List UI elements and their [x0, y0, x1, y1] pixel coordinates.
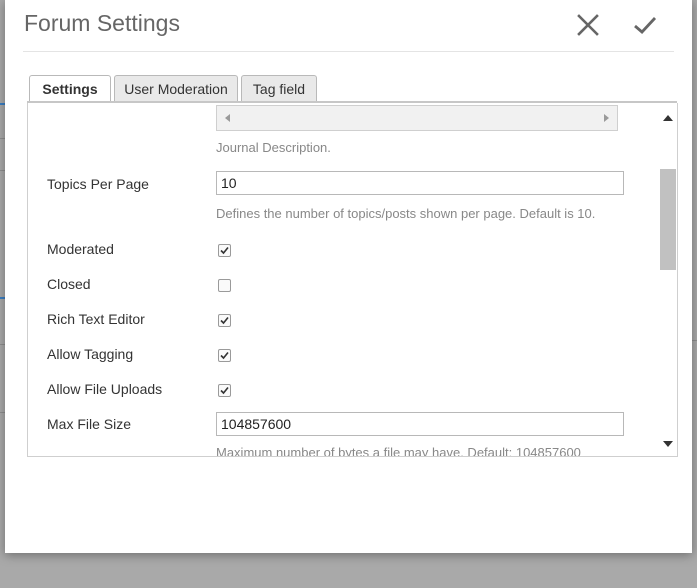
journal-description-scrollbar[interactable]: [216, 105, 618, 131]
rich-text-editor-checkbox[interactable]: [218, 314, 231, 327]
tab-settings[interactable]: Settings: [29, 75, 111, 104]
allow-tagging-label: Allow Tagging: [47, 346, 134, 362]
scroll-down-icon[interactable]: [663, 441, 673, 447]
settings-panel: Journal Description. Topics Per Page 10 …: [27, 103, 678, 457]
topics-per-page-label: Topics Per Page: [47, 176, 149, 192]
panel-scrollbar[interactable]: [658, 103, 677, 456]
closed-label: Closed: [47, 276, 91, 292]
moderated-checkbox[interactable]: [218, 244, 231, 257]
closed-checkbox[interactable]: [218, 279, 231, 292]
rich-text-editor-label: Rich Text Editor: [47, 311, 145, 327]
topics-per-page-input[interactable]: 10: [216, 171, 624, 195]
checkmark-icon[interactable]: [632, 12, 658, 38]
journal-description-help: Journal Description.: [216, 140, 331, 155]
topics-per-page-help: Defines the number of topics/posts shown…: [216, 206, 596, 221]
title-divider: [23, 51, 674, 52]
close-icon[interactable]: [575, 12, 601, 38]
moderated-label: Moderated: [47, 241, 114, 257]
tab-user-moderation[interactable]: User Moderation: [114, 75, 238, 102]
forum-settings-dialog: Forum Settings Settings User Moderation …: [5, 0, 692, 553]
max-file-size-label: Max File Size: [47, 416, 132, 432]
allow-file-uploads-label: Allow File Uploads: [47, 381, 163, 397]
allow-file-uploads-checkbox[interactable]: [218, 384, 231, 397]
background-divider: [692, 340, 697, 341]
scroll-up-icon[interactable]: [663, 115, 673, 121]
settings-content: Journal Description. Topics Per Page 10 …: [28, 103, 658, 456]
dialog-title: Forum Settings: [24, 10, 180, 36]
scroll-left-icon[interactable]: [225, 114, 230, 122]
max-file-size-help: Maximum number of bytes a file may have.…: [216, 445, 581, 457]
allow-tagging-checkbox[interactable]: [218, 349, 231, 362]
max-file-size-input[interactable]: 104857600: [216, 412, 624, 436]
tab-tag-field[interactable]: Tag field: [241, 75, 317, 102]
scrollbar-thumb[interactable]: [660, 169, 676, 270]
scroll-right-icon[interactable]: [604, 114, 609, 122]
